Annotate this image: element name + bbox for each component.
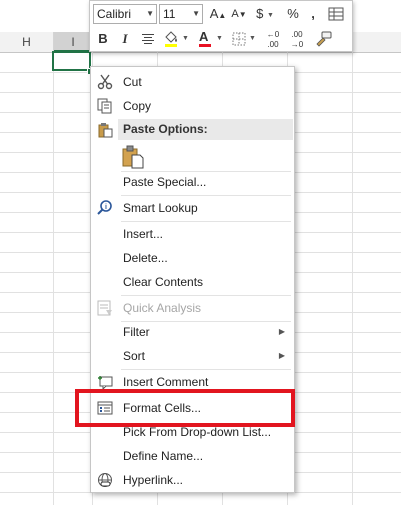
align-center-icon — [142, 34, 154, 44]
menu-separator — [121, 221, 291, 222]
caret-up-icon: ▲ — [218, 11, 227, 20]
menu-item-quick-analysis: Quick Analysis — [91, 297, 294, 319]
chevron-down-icon: ▼ — [266, 12, 274, 19]
decrease-decimal-label: .00 — [291, 30, 303, 39]
menu-item-insert[interactable]: Insert... — [91, 223, 294, 245]
align-center-button[interactable] — [138, 29, 158, 49]
menu-item-label: Copy — [123, 99, 152, 113]
menu-item-paste-options: Paste Options: — [91, 119, 294, 141]
mini-toolbar-row-1: Calibri ▼ 11 ▼ A▲ A▼ $ ▼ % , — [90, 2, 354, 26]
quick-analysis-icon — [96, 300, 114, 316]
percent-label: % — [287, 6, 299, 21]
italic-button[interactable]: I — [116, 29, 134, 49]
highlight-annotation-box — [75, 389, 295, 427]
font-size-dropdown[interactable]: 11 ▼ — [159, 4, 203, 24]
menu-item-cut[interactable]: Cut — [91, 71, 294, 93]
submenu-arrow-icon: ▶ — [278, 327, 285, 336]
menu-item-label: Sort — [123, 349, 146, 363]
borders-icon — [232, 32, 246, 46]
copy-icon — [96, 98, 114, 114]
mini-toolbar-row-2: B I ▼ A ▼ ▼ ←0 .00 .00 →0 — [90, 27, 354, 51]
currency-label: $ — [256, 6, 264, 21]
increase-font-size-button[interactable]: A▲ — [208, 4, 228, 24]
italic-label: I — [122, 31, 128, 46]
menu-item-label: Define Name... — [123, 449, 204, 463]
comma-label: , — [311, 6, 315, 21]
menu-item-copy[interactable]: Copy — [91, 95, 294, 117]
column-header-n[interactable] — [353, 32, 401, 52]
caret-down-icon: ▼ — [238, 10, 247, 19]
chevron-down-icon: ▼ — [146, 9, 154, 18]
svg-text:i: i — [105, 204, 107, 211]
menu-item-label: Paste Options: — [123, 122, 208, 136]
menu-item-label: Delete... — [123, 251, 168, 265]
scissors-icon — [96, 74, 114, 90]
decrease-font-size-label: A — [231, 8, 239, 20]
chevron-down-icon: ▼ — [192, 9, 200, 18]
paste-option-keep-formatting-button[interactable] — [121, 145, 145, 169]
paintbrush-icon — [316, 31, 332, 47]
fill-color-button[interactable]: ▼ — [162, 29, 190, 49]
font-size-value: 11 — [163, 7, 176, 21]
gridline — [53, 52, 54, 505]
menu-separator — [121, 195, 291, 196]
clipboard-icon — [122, 145, 144, 169]
menu-item-define-name[interactable]: Define Name... — [91, 445, 294, 467]
comma-style-button[interactable]: , — [306, 4, 320, 24]
chevron-down-icon: ▼ — [182, 35, 189, 42]
menu-item-delete[interactable]: Delete... — [91, 247, 294, 269]
menu-item-filter[interactable]: Filter ▶ — [91, 321, 294, 343]
format-painter-button[interactable] — [312, 29, 334, 49]
font-color-swatch — [199, 44, 211, 47]
arrow-right-icon: →0 — [290, 40, 304, 49]
active-cell[interactable] — [52, 51, 91, 71]
menu-item-label: Filter — [123, 325, 150, 339]
context-menu: Cut Copy Paste Options: Paste Special...… — [90, 66, 295, 493]
menu-item-label: Hyperlink... — [123, 473, 184, 487]
menu-item-label: Paste Special... — [123, 175, 207, 189]
chevron-down-icon: ▼ — [249, 35, 256, 42]
increase-decimal-label: .00 — [267, 40, 279, 49]
menu-item-label: Clear Contents — [123, 275, 204, 289]
menu-item-hyperlink[interactable]: Hyperlink... — [91, 469, 294, 491]
insert-comment-icon — [96, 374, 114, 391]
bold-button[interactable]: B — [94, 29, 112, 49]
font-color-button[interactable]: A ▼ — [196, 29, 224, 49]
hyperlink-icon — [96, 472, 114, 488]
currency-format-button[interactable]: $ ▼ — [253, 4, 277, 24]
menu-item-clear-contents[interactable]: Clear Contents — [91, 271, 294, 293]
menu-separator — [121, 369, 291, 370]
submenu-arrow-icon: ▶ — [278, 351, 285, 360]
format-table-icon — [328, 7, 344, 21]
menu-item-label: Smart Lookup — [123, 201, 198, 215]
paste-options-header: Paste Options: — [118, 119, 293, 140]
borders-button[interactable]: ▼ — [230, 29, 258, 49]
mini-toolbar: Calibri ▼ 11 ▼ A▲ A▼ $ ▼ % , B I ▼ A ▼ ▼… — [89, 0, 353, 52]
bold-label: B — [98, 31, 108, 46]
menu-separator — [121, 295, 291, 296]
fill-color-swatch — [165, 44, 177, 47]
menu-item-label: Cut — [123, 75, 142, 89]
percent-style-button[interactable]: % — [284, 4, 302, 24]
menu-item-label: Insert... — [123, 227, 164, 241]
menu-item-paste-special[interactable]: Paste Special... — [91, 171, 294, 193]
gridline — [352, 52, 353, 505]
menu-item-smart-lookup[interactable]: i Smart Lookup — [91, 197, 294, 219]
font-name-value: Calibri — [97, 7, 132, 21]
column-header-h[interactable]: H — [0, 32, 54, 52]
arrow-left-icon: ←0 — [266, 30, 280, 39]
smart-lookup-icon: i — [96, 200, 114, 216]
column-header-h-label: H — [22, 35, 31, 49]
menu-item-sort[interactable]: Sort ▶ — [91, 345, 294, 367]
decrease-decimal-button[interactable]: .00 →0 — [286, 29, 308, 49]
chevron-down-icon: ▼ — [216, 35, 223, 42]
increase-decimal-button[interactable]: ←0 .00 — [262, 29, 284, 49]
menu-item-label: Quick Analysis — [123, 301, 202, 315]
format-table-button[interactable] — [326, 4, 346, 24]
decrease-font-size-button[interactable]: A▼ — [230, 4, 248, 24]
font-name-dropdown[interactable]: Calibri ▼ — [93, 4, 157, 24]
column-header-i-label: I — [71, 35, 75, 49]
column-header-i[interactable]: I — [54, 32, 93, 52]
paste-icon — [96, 122, 114, 138]
